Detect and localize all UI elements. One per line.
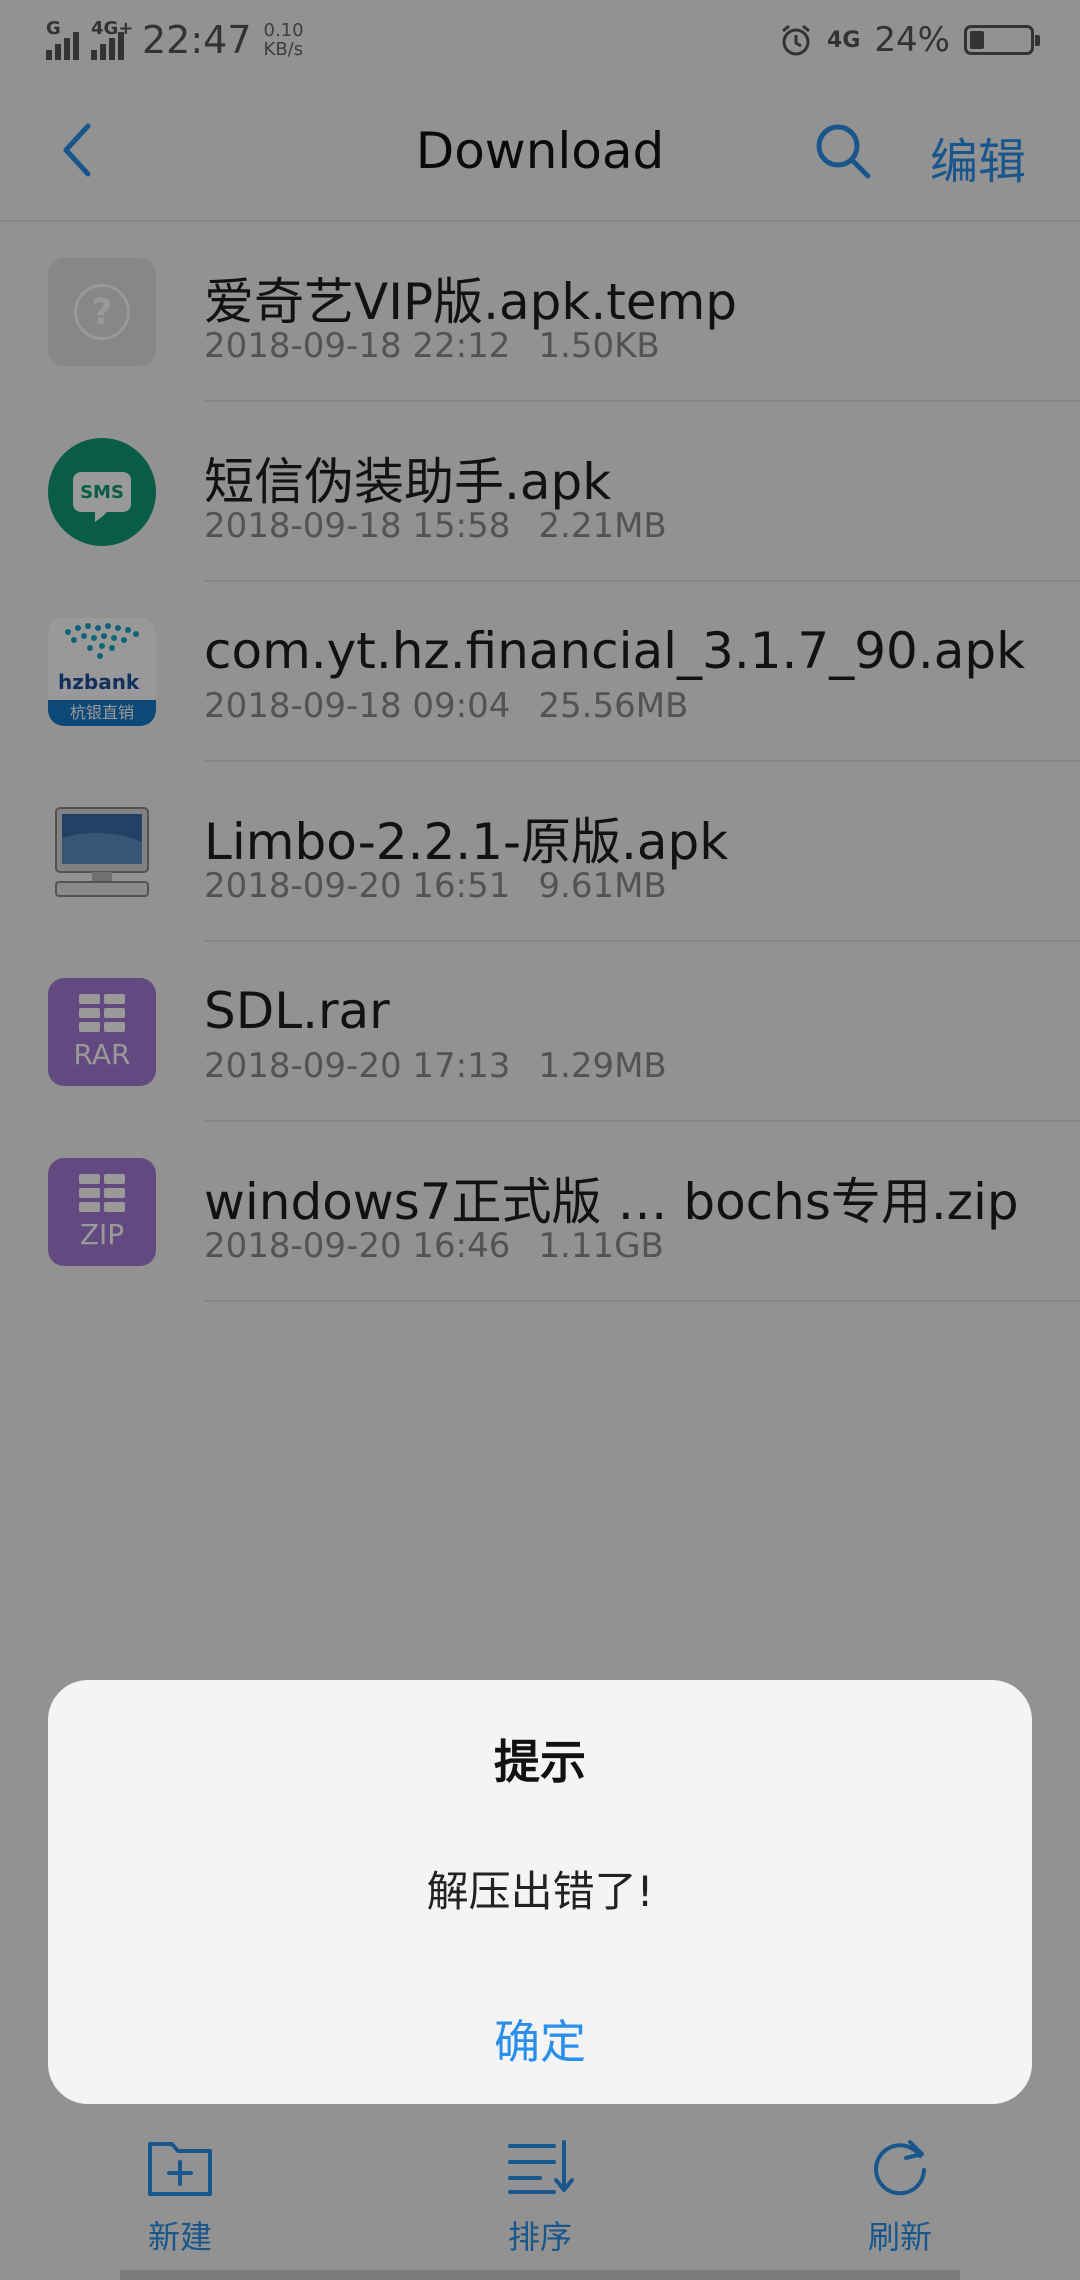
file-manager-screen: G 4G+ 22:47 0.10 KB/s 4G 24% Download 编辑… [0, 0, 1080, 2280]
dialog-message: 解压出错了! [426, 1867, 654, 1916]
alert-dialog: 提示 解压出错了! 确定 [48, 1680, 1032, 2104]
dialog-title: 提示 [494, 1735, 586, 1789]
confirm-button[interactable]: 确定 [48, 2006, 1032, 2072]
